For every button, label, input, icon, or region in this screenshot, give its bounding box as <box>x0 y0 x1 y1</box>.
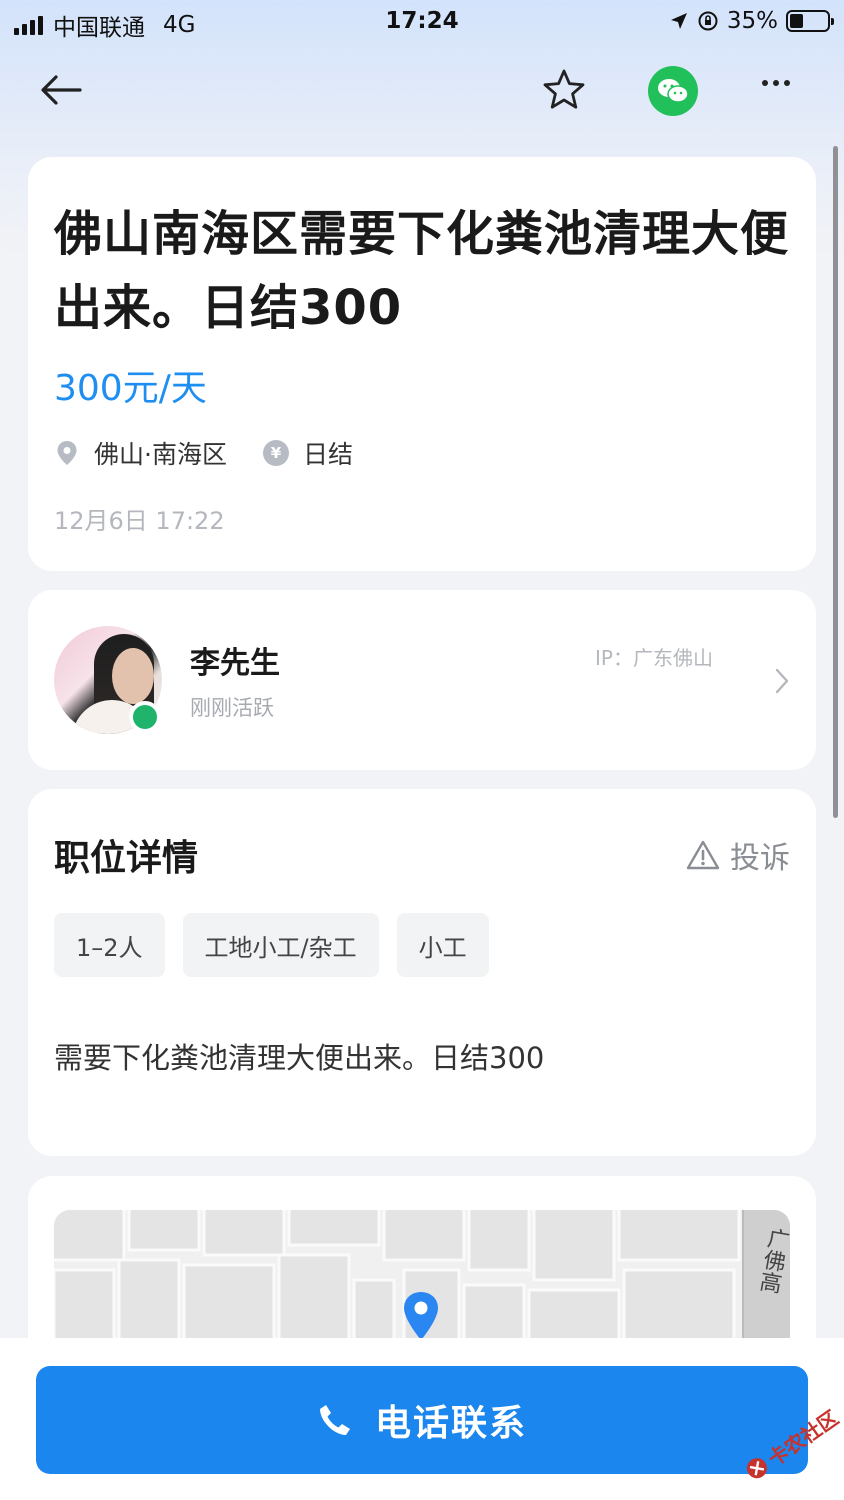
employer-name: 李先生 <box>190 646 280 681</box>
battery-percent: 35% <box>726 8 778 34</box>
tag: 小工 <box>396 913 489 977</box>
map-road-label: 广佛高 <box>754 1225 790 1295</box>
location-arrow-icon <box>670 13 687 29</box>
job-meta: 佛山·南海区 ¥ 日结 <box>54 435 353 471</box>
report-label: 投诉 <box>730 841 790 876</box>
phone-icon <box>319 1405 350 1435</box>
posted-time: 12月6日 17:22 <box>54 507 225 535</box>
bottom-bar: 电话联系 <box>0 1338 844 1500</box>
job-card: 佛山南海区需要下化粪池清理大便出来。日结300 300元/天 佛山·南海区 ¥ … <box>28 157 816 571</box>
yen-icon: ¥ <box>262 440 289 466</box>
call-button[interactable]: 电话联系 <box>36 1366 808 1474</box>
star-icon[interactable] <box>540 66 588 114</box>
job-title: 佛山南海区需要下化粪池清理大便出来。日结300 <box>54 206 790 336</box>
tag: 工地小工/杂工 <box>182 913 379 977</box>
battery-icon <box>786 10 834 32</box>
detail-title: 职位详情 <box>54 838 199 879</box>
call-label: 电话联系 <box>374 1403 527 1444</box>
job-description: 需要下化粪池清理大便出来。日结300 <box>54 1041 545 1075</box>
warning-icon <box>686 840 720 870</box>
detail-card: 职位详情 投诉 1–2人 工地小工/杂工 小工 需要下化粪池清理大便出来。日结3… <box>28 789 816 1156</box>
more-icon[interactable] <box>762 80 790 86</box>
tag: 1–2人 <box>54 913 165 977</box>
job-location: 佛山·南海区 <box>94 440 227 469</box>
status-bar: 中国联通 4G 17:24 35% <box>0 0 844 44</box>
nav-bar <box>0 56 844 126</box>
wechat-icon[interactable] <box>648 66 698 116</box>
scrollbar[interactable] <box>833 146 838 818</box>
employer-status: 刚刚活跃 <box>190 696 274 720</box>
orientation-lock-icon <box>698 11 718 31</box>
employer-ip: IP：广东佛山 <box>595 646 713 670</box>
job-settlement: 日结 <box>302 440 353 469</box>
report-button[interactable]: 投诉 <box>686 833 790 877</box>
back-arrow-icon[interactable] <box>36 70 86 110</box>
tag-list: 1–2人 工地小工/杂工 小工 <box>54 913 489 977</box>
online-status-dot <box>129 701 161 733</box>
chevron-right-icon[interactable] <box>772 666 792 696</box>
job-salary: 300元/天 <box>54 368 207 409</box>
employer-card[interactable]: 李先生 刚刚活跃 IP：广东佛山 <box>28 590 816 770</box>
location-pin-icon[interactable] <box>401 1290 441 1342</box>
status-right: 35% <box>669 8 834 34</box>
location-pin-icon <box>54 440 80 466</box>
